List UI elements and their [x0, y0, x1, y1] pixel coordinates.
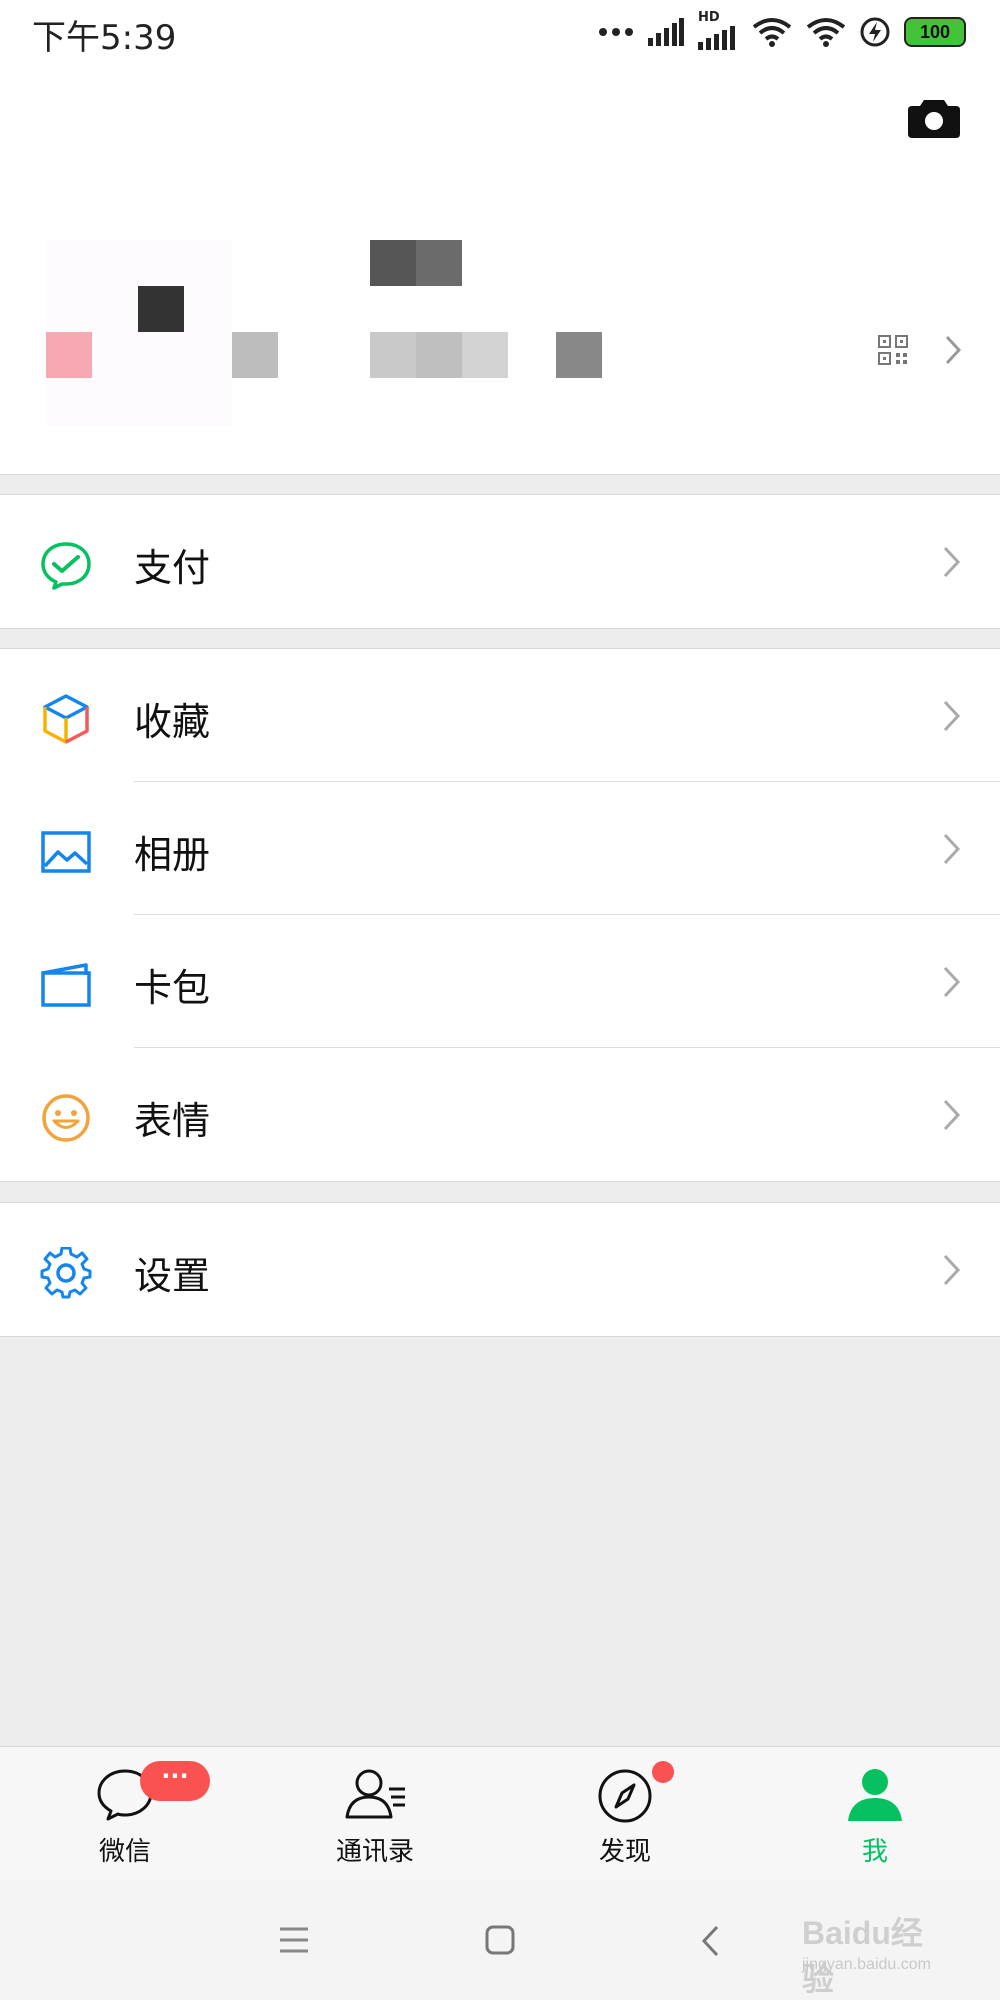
new-content-dot	[652, 1761, 674, 1783]
card-wallet-icon	[41, 963, 91, 1007]
wifi-link-icon	[806, 18, 846, 47]
wechat-id-blurred	[370, 332, 602, 378]
chevron-right-icon	[945, 335, 962, 365]
menu-item-favorites[interactable]: 收藏	[0, 649, 1000, 782]
menu-item-label: 相册	[134, 833, 211, 877]
home-icon[interactable]	[484, 1924, 516, 1956]
menu-group-pay: 支付	[0, 494, 1000, 629]
profile-header[interactable]	[0, 64, 1000, 475]
wechat-pay-icon	[41, 542, 91, 590]
tab-chats[interactable]: ··· 微信	[0, 1747, 250, 1880]
tab-label: 微信	[98, 1837, 151, 1867]
unread-badge: ···	[140, 1761, 210, 1801]
menu-item-card-wallet[interactable]: 卡包	[0, 915, 1000, 1048]
status-icons: HD 100	[598, 10, 966, 50]
settings-gear-icon	[40, 1247, 92, 1299]
menu-item-label: 卡包	[134, 966, 211, 1010]
menu-group-main: 收藏 相册 卡包 表情	[0, 648, 1000, 1182]
tab-label: 发现	[598, 1837, 651, 1867]
profile-actions[interactable]	[878, 334, 962, 366]
menu-group-settings: 设置	[0, 1202, 1000, 1337]
status-bar: 下午5:39 HD 100	[0, 0, 1000, 64]
baidu-jingyan-watermark: Baidu经验 jingyan.baidu.com	[802, 1908, 946, 1997]
tab-label: 我	[861, 1837, 888, 1867]
more-dots-icon	[599, 28, 633, 36]
menu-item-label: 收藏	[134, 700, 211, 744]
nickname-blurred	[370, 240, 462, 286]
menu-item-settings[interactable]: 设置	[0, 1203, 1000, 1336]
watermark-sub: jingyan.baidu.com	[802, 1956, 931, 1973]
signal-icon	[648, 18, 684, 46]
avatar[interactable]	[46, 240, 278, 426]
menu-item-label: 支付	[134, 546, 211, 590]
tab-bar: ··· 微信 通讯录 发现 我	[0, 1746, 1000, 1880]
menu-item-label: 设置	[134, 1254, 211, 1298]
chevron-right-icon	[943, 1099, 961, 1131]
album-icon	[41, 831, 91, 873]
menu-item-stickers[interactable]: 表情	[0, 1048, 1000, 1181]
tab-contacts[interactable]: 通讯录	[250, 1747, 500, 1880]
camera-icon[interactable]	[908, 96, 960, 138]
chevron-right-icon	[943, 546, 961, 578]
me-person-icon	[848, 1769, 902, 1821]
menu-item-pay[interactable]: 支付	[0, 495, 1000, 628]
chevron-right-icon	[943, 966, 961, 998]
qr-code-icon[interactable]	[878, 335, 908, 365]
status-time: 下午5:39	[32, 18, 177, 58]
menu-item-label: 表情	[134, 1099, 211, 1143]
menu-icon[interactable]	[278, 1926, 310, 1954]
menu-item-album[interactable]: 相册	[0, 782, 1000, 915]
wifi-icon	[752, 18, 792, 47]
chevron-right-icon	[943, 700, 961, 732]
charging-icon	[860, 17, 890, 47]
tab-label: 通讯录	[335, 1837, 414, 1867]
contacts-icon	[345, 1769, 405, 1819]
tab-discover[interactable]: 发现	[500, 1747, 750, 1880]
hd-signal-icon: HD	[698, 10, 738, 50]
compass-icon	[598, 1769, 652, 1823]
favorites-cube-icon	[43, 694, 89, 744]
chevron-right-icon	[943, 1254, 961, 1286]
tab-me[interactable]: 我	[750, 1747, 1000, 1880]
battery-icon: 100	[904, 17, 966, 47]
chevron-right-icon	[943, 833, 961, 865]
hd-label: HD	[698, 10, 720, 25]
back-icon[interactable]	[700, 1924, 720, 1958]
sticker-smiley-icon	[42, 1094, 90, 1142]
